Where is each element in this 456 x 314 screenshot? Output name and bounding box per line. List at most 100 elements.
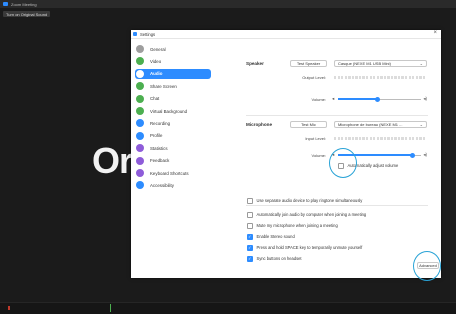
meeting-window-title: Zoom Meeting — [11, 1, 37, 7]
sidebar-item-label: Accessibility — [150, 182, 174, 188]
meeting-titlebar: Zoom Meeting — [0, 0, 456, 8]
option-checkbox-1[interactable]: Automatically join audio by computer whe… — [247, 212, 366, 218]
level-segment — [380, 76, 383, 79]
level-segment — [412, 137, 415, 140]
close-icon[interactable]: × — [433, 30, 437, 36]
level-segment — [401, 137, 404, 140]
chat-icon — [136, 94, 144, 103]
sidebar-item-video[interactable]: Video — [135, 56, 211, 66]
checkbox-box[interactable] — [247, 223, 253, 229]
input-level-label: Input Level: — [305, 136, 326, 141]
speaker-volume-slider[interactable]: ◂ ◂) — [332, 96, 427, 102]
auto-adjust-checkbox-box[interactable] — [338, 163, 344, 169]
checkbox-box[interactable] — [247, 212, 253, 218]
level-segment — [351, 76, 355, 79]
mic-volume-thumb[interactable] — [410, 152, 416, 158]
sidebar-item-chat[interactable]: Chat — [135, 94, 211, 104]
sidebar-item-label: Keyboard Shortcuts — [150, 170, 189, 176]
speaker-volume-thumb[interactable] — [375, 96, 381, 102]
sidebar-item-label: Chat — [150, 96, 160, 102]
level-segment — [387, 76, 390, 79]
original-sound-button[interactable]: Turn on Original Sound — [3, 11, 51, 17]
sidebar-item-label: Share Screen — [150, 83, 177, 89]
sidebar-item-feedback[interactable]: Feedback — [135, 156, 211, 166]
level-segment — [405, 76, 408, 79]
level-segment — [341, 137, 344, 140]
level-segment — [362, 137, 365, 140]
microphone-section-label: Microphone — [246, 122, 273, 127]
option-label: Mute my microphone when joining a meetin… — [256, 223, 338, 229]
settings-window: Settings × General Video Audio Share Screen… — [131, 30, 441, 278]
recording-icon — [136, 119, 144, 128]
level-segment — [415, 76, 419, 79]
level-segment — [383, 137, 387, 140]
microphone-device-select[interactable]: Microphone de bureau (NEXE M1 ... ⌄ — [334, 121, 427, 128]
accessibility-icon — [136, 181, 144, 190]
level-segment — [369, 76, 372, 79]
speaker-low-icon: ◂ — [332, 96, 335, 101]
test-speaker-button[interactable]: Test Speaker — [290, 60, 327, 67]
level-segment — [337, 137, 340, 140]
sidebar-item-label: Statistics — [150, 145, 168, 151]
sidebar-item-virtual-background[interactable]: Virtual Background — [135, 106, 211, 116]
option-checkbox-3[interactable]: ✓ Enable Stereo sound — [247, 234, 295, 240]
output-level-meter — [334, 76, 426, 79]
level-segment — [383, 76, 387, 79]
sidebar-item-general[interactable]: General — [135, 44, 211, 54]
chevron-down-icon: ⌄ — [419, 122, 423, 127]
level-segment — [341, 76, 344, 79]
checkbox-box[interactable]: ✓ — [247, 245, 253, 251]
level-segment — [358, 76, 362, 79]
checkbox-box[interactable]: ✓ — [247, 234, 253, 240]
option-label: Use separate audio device to play ringto… — [256, 198, 363, 204]
level-segment — [419, 137, 422, 140]
zoom-app-icon — [3, 2, 8, 6]
level-segment — [390, 76, 394, 79]
level-segment — [365, 76, 369, 79]
option-checkbox-0[interactable]: Use separate audio device to play ringto… — [247, 198, 362, 204]
statistics-icon — [136, 144, 144, 153]
sidebar-item-statistics[interactable]: Statistics — [135, 143, 211, 153]
mic-volume-label: Volume: — [311, 153, 326, 158]
sidebar-item-accessibility[interactable]: Accessibility — [135, 180, 211, 190]
level-segment — [358, 137, 362, 140]
sidebar-item-label: Video — [150, 58, 162, 64]
profile-icon — [136, 131, 144, 140]
option-checkbox-2[interactable]: Mute my microphone when joining a meetin… — [247, 223, 338, 229]
audio-level-indicator — [110, 304, 111, 312]
option-checkbox-5[interactable]: ✓ Sync buttons on headset — [247, 256, 302, 262]
sidebar-item-label: Feedback — [150, 158, 170, 164]
level-segment — [334, 137, 337, 140]
level-segment — [369, 137, 372, 140]
output-level-label: Output Level: — [302, 75, 326, 80]
option-label: Enable Stereo sound — [256, 234, 295, 240]
microphone-device-value: Microphone de bureau (NEXE M1 ... — [338, 122, 403, 127]
level-segment — [337, 76, 340, 79]
sidebar-item-profile[interactable]: Profile — [135, 131, 211, 141]
mic-low-icon: ◂ — [332, 152, 335, 157]
level-segment — [380, 137, 383, 140]
level-segment — [412, 76, 415, 79]
level-segment — [376, 76, 379, 79]
level-segment — [390, 137, 394, 140]
sidebar-item-share-screen[interactable]: Share Screen — [135, 81, 211, 91]
section-divider — [246, 205, 428, 206]
level-segment — [405, 137, 408, 140]
checkbox-box[interactable] — [247, 198, 253, 204]
advanced-button[interactable]: Advanced — [417, 262, 439, 269]
test-mic-button[interactable]: Test Mic — [290, 121, 327, 128]
speaker-device-select[interactable]: Casque (NEXE M1 USB Mini) ⌄ — [334, 60, 427, 67]
microphone-volume-slider[interactable]: ◂ ◂) — [332, 152, 427, 158]
sidebar-item-audio[interactable]: Audio — [135, 68, 211, 79]
sidebar-item-keyboard-shortcuts[interactable]: Keyboard Shortcuts — [135, 168, 211, 178]
level-segment — [394, 137, 397, 140]
checkbox-box[interactable]: ✓ — [247, 256, 253, 262]
sidebar-item-label: Virtual Background — [150, 108, 188, 114]
level-segment — [401, 76, 404, 79]
option-checkbox-4[interactable]: ✓ Press and hold SPACE key to temporarily… — [247, 245, 362, 251]
headphones-icon — [136, 69, 144, 78]
speaker-section-label: Speaker — [246, 61, 264, 66]
sidebar-item-recording[interactable]: Recording — [135, 118, 211, 128]
auto-adjust-volume-checkbox[interactable]: Automatically adjust volume — [338, 163, 398, 169]
level-segment — [394, 76, 397, 79]
